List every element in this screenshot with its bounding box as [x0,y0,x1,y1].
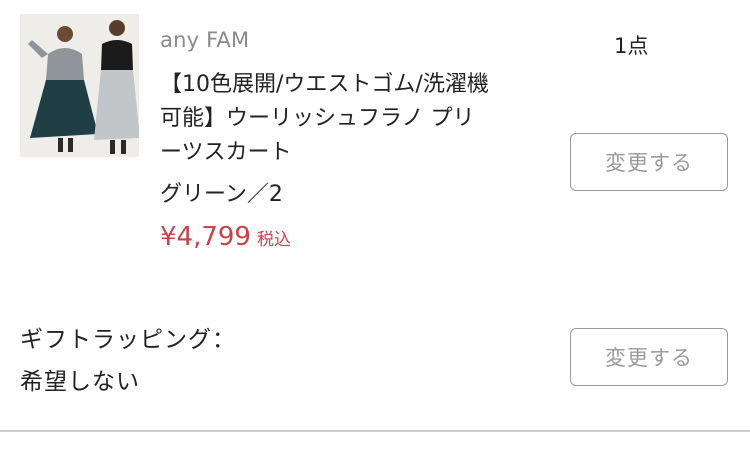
product-variant: グリーン／2 [160,182,283,207]
product-image [20,14,139,157]
brand-name[interactable]: any FAM [160,28,249,52]
product-name[interactable]: 【10色展開/ウエストゴム/洗濯機可能】ウーリッシュフラノ プリーツスカート [160,68,490,170]
gift-wrapping-label: ギフトラッピング： [20,327,236,353]
gift-wrapping-value: 希望しない [20,369,140,395]
product-thumbnail[interactable] [20,14,139,157]
divider [0,430,750,432]
change-item-button[interactable]: 変更する [570,133,728,191]
quantity-label: 1点 [614,34,649,58]
price-amount: ¥4,799 [160,222,251,252]
product-price: ¥4,799 税込 [160,222,291,252]
change-gift-wrapping-button[interactable]: 変更する [570,328,728,386]
tax-label: 税込 [256,230,291,250]
cart-item-page: any FAM 【10色展開/ウエストゴム/洗濯機可能】ウーリッシュフラノ プリ… [0,0,750,464]
